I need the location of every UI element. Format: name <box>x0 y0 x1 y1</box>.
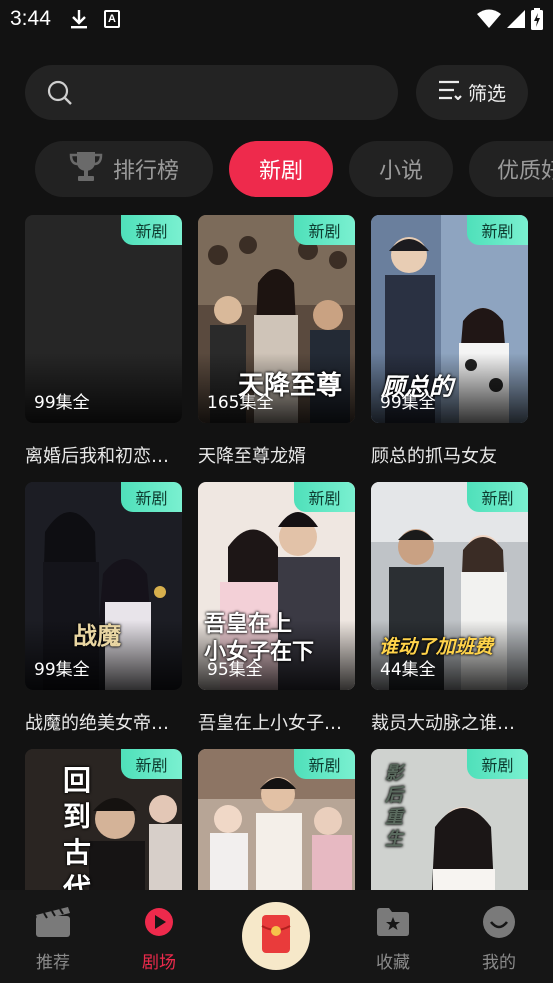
nav-label: 推荐 <box>36 953 70 973</box>
drama-title[interactable]: 天降至尊龙婿 <box>198 442 355 468</box>
drama-title[interactable]: 裁员大动脉之谁… <box>371 709 528 735</box>
poster[interactable]: 影后重生 新剧 <box>371 749 528 890</box>
episode-count: 95集全 <box>207 660 263 680</box>
poster[interactable]: 新剧 99集全 <box>25 215 182 423</box>
search-input[interactable] <box>25 65 398 120</box>
drama-card[interactable]: 新剧 99集全 离婚后我和初恋… <box>25 215 182 468</box>
new-badge: 新剧 <box>294 482 355 512</box>
poster-title-art: 影后重生 <box>385 763 403 850</box>
new-badge: 新剧 <box>294 749 355 779</box>
drama-title[interactable]: 战魔的绝美女帝… <box>25 709 182 735</box>
filter-label: 筛选 <box>467 83 506 105</box>
drama-card[interactable]: 影后重生 新剧 <box>371 749 528 890</box>
drama-card[interactable]: 谁动了加班费 新剧 44集全 裁员大动脉之谁… <box>371 482 528 735</box>
play-circle-icon <box>119 905 199 939</box>
new-badge: 新剧 <box>467 482 528 512</box>
episode-count: 99集全 <box>34 660 90 680</box>
tab-quality[interactable]: 优质好剧 <box>469 141 553 197</box>
drama-grid: 新剧 99集全 离婚后我和初恋… 天降至尊 新剧 165集全 天降至尊龙婿 顾总… <box>25 215 528 890</box>
download-icon <box>70 9 88 33</box>
nav-recommend[interactable]: 推荐 <box>13 905 93 973</box>
clapperboard-icon <box>13 905 93 939</box>
drama-title[interactable]: 吾皇在上小女子… <box>198 709 355 735</box>
status-bar: 3:44 A <box>0 0 553 40</box>
poster[interactable]: 天降至尊 新剧 165集全 <box>198 215 355 423</box>
nav-label: 我的 <box>482 953 516 973</box>
status-time: 3:44 <box>10 7 51 30</box>
poster[interactable]: 吾皇在上 小女子在下 新剧 95集全 <box>198 482 355 690</box>
poster-title-art: 战魔 <box>73 621 121 650</box>
episode-count: 165集全 <box>207 393 274 413</box>
tab-label: 新剧 <box>258 159 303 184</box>
poster[interactable]: 新剧 <box>198 749 355 890</box>
tab-new-drama[interactable]: 新剧 <box>229 141 333 197</box>
red-envelope-icon <box>261 914 291 958</box>
new-badge: 新剧 <box>121 749 182 779</box>
drama-card[interactable]: 新剧 <box>198 749 355 890</box>
drama-title[interactable]: 离婚后我和初恋… <box>25 442 182 468</box>
drama-card[interactable]: 天降至尊 新剧 165集全 天降至尊龙婿 <box>198 215 355 468</box>
drama-card[interactable]: 回到古代 新剧 <box>25 749 182 890</box>
filter-icon <box>438 80 462 105</box>
signal-icon <box>507 9 525 33</box>
nav-me[interactable]: 我的 <box>459 905 539 973</box>
trophy-icon <box>69 150 103 188</box>
tab-novel[interactable]: 小说 <box>349 141 453 197</box>
bottom-nav: 推荐 剧场 收藏 我的 <box>0 890 553 983</box>
poster-title-art: 回到古代 <box>63 764 92 890</box>
nav-favorites[interactable]: 收藏 <box>353 905 433 973</box>
drama-card[interactable]: 吾皇在上 小女子在下 新剧 95集全 吾皇在上小女子… <box>198 482 355 735</box>
search-icon <box>47 80 73 110</box>
red-packet-button[interactable] <box>242 902 310 970</box>
tab-ranking[interactable]: 排行榜 <box>35 141 213 197</box>
drama-title[interactable]: 顾总的抓马女友 <box>371 442 528 468</box>
new-badge: 新剧 <box>121 482 182 512</box>
new-badge: 新剧 <box>121 215 182 245</box>
poster[interactable]: 战魔 新剧 99集全 <box>25 482 182 690</box>
tab-label: 小说 <box>378 159 423 184</box>
new-badge: 新剧 <box>467 749 528 779</box>
drama-card[interactable]: 战魔 新剧 99集全 战魔的绝美女帝… <box>25 482 182 735</box>
smile-face-icon <box>459 905 539 939</box>
poster[interactable]: 回到古代 新剧 <box>25 749 182 890</box>
battery-icon <box>531 8 543 34</box>
poster[interactable]: 顾总的 新剧 99集全 <box>371 215 528 423</box>
episode-count: 99集全 <box>380 393 436 413</box>
nav-theater[interactable]: 剧场 <box>119 905 199 973</box>
filter-button[interactable]: 筛选 <box>416 65 528 120</box>
nav-label: 剧场 <box>142 953 176 973</box>
nav-label: 收藏 <box>376 953 410 973</box>
episode-count: 99集全 <box>34 393 90 413</box>
tab-label: 排行榜 <box>112 159 179 184</box>
star-folder-icon <box>353 905 433 939</box>
drama-card[interactable]: 顾总的 新剧 99集全 顾总的抓马女友 <box>371 215 528 468</box>
episode-count: 44集全 <box>380 660 436 680</box>
a-notification-icon: A <box>104 10 120 28</box>
poster[interactable]: 谁动了加班费 新剧 44集全 <box>371 482 528 690</box>
new-badge: 新剧 <box>467 215 528 245</box>
tab-label: 优质好剧 <box>497 159 553 184</box>
new-badge: 新剧 <box>294 215 355 245</box>
wifi-icon <box>477 9 501 33</box>
category-tabs: 排行榜 新剧 小说 优质好剧 <box>35 141 553 197</box>
